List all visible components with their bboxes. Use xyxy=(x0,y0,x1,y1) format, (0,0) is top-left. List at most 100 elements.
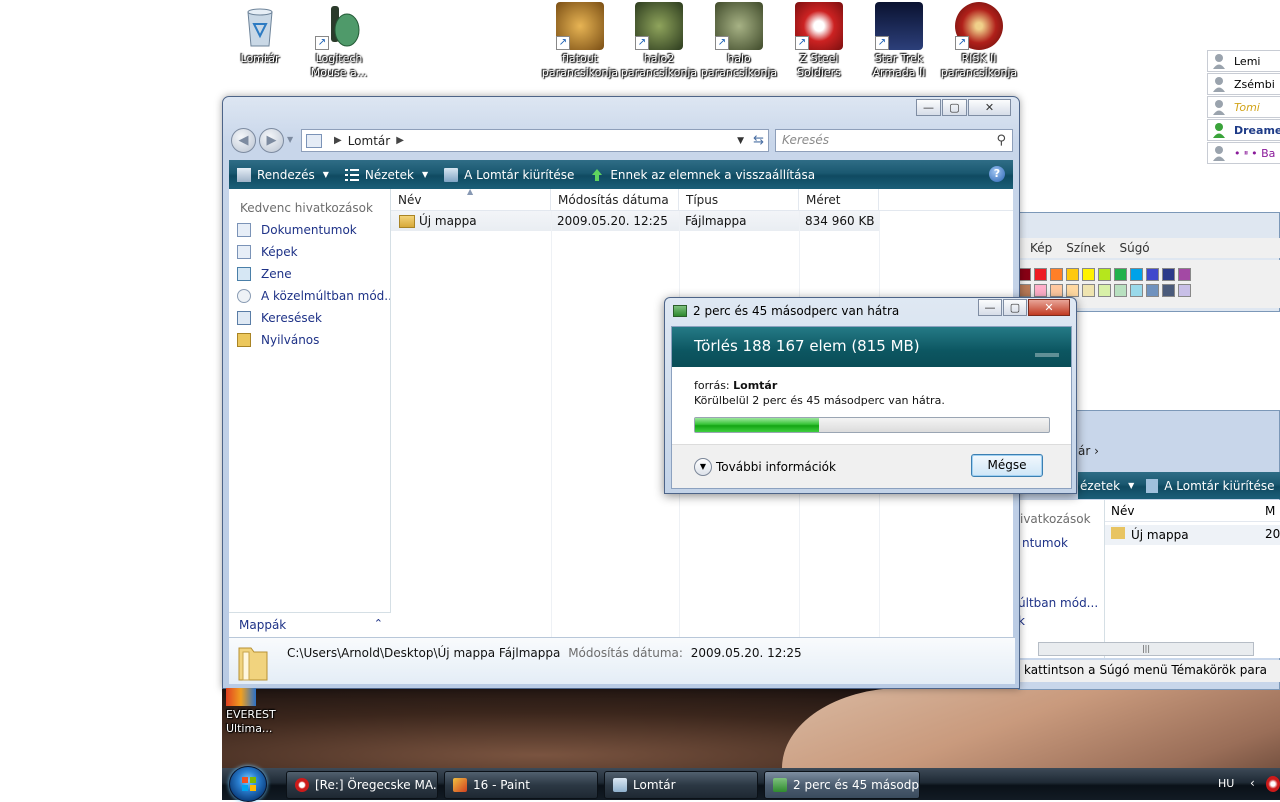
search-input[interactable]: Keresés ⚲ xyxy=(775,129,1013,152)
start-button[interactable] xyxy=(229,766,267,802)
contact-list: Lemi Zsémbi Tomi Dreamer • ײ • Ba xyxy=(1207,50,1280,165)
bg-address-fragment: ár › xyxy=(1078,444,1099,458)
paint-menu-colors[interactable]: Színek xyxy=(1066,241,1105,255)
breadcrumb-chevron-icon[interactable]: ▶ xyxy=(334,135,342,146)
more-information-toggle[interactable]: ▼ További információk xyxy=(694,458,836,476)
bg-row[interactable]: Új mappa 20 xyxy=(1105,525,1280,545)
contact-item[interactable]: Tomi xyxy=(1207,96,1280,118)
column-type[interactable]: Típus xyxy=(679,189,799,210)
opera-icon xyxy=(295,778,309,792)
search-icon[interactable]: ⚲ xyxy=(996,133,1006,148)
opera-tray-icon[interactable] xyxy=(1266,776,1280,792)
windows-logo-icon xyxy=(242,777,256,791)
close-button[interactable]: ✕ xyxy=(968,99,1011,116)
favorite-pictures[interactable]: Képek xyxy=(229,241,390,263)
maximize-button[interactable]: ▢ xyxy=(942,99,967,116)
taskbar-item-paint[interactable]: 16 - Paint xyxy=(444,771,598,799)
details-modified-value: 2009.05.20. 12:25 xyxy=(690,646,802,660)
recent-pages-chevron-icon[interactable]: ▼ xyxy=(287,135,293,144)
back-button[interactable]: ◀ xyxy=(231,128,256,153)
restore-all-button[interactable]: Ennek az elemnek a visszaállítása xyxy=(590,168,815,182)
empty-recycle-bin-button[interactable]: A Lomtár kiürítése xyxy=(444,167,574,182)
desktop-icon-star-trek[interactable]: ↗ Star Trek Armada II xyxy=(860,2,938,80)
paint-menubar: Kép Színek Súgó xyxy=(1018,238,1280,258)
minimize-button[interactable]: — xyxy=(916,99,941,116)
address-bar[interactable]: ▶ Lomtár ▶ ▼ ⇆ xyxy=(301,129,769,152)
dialog-minimize-button[interactable]: — xyxy=(978,299,1002,316)
desktop-icon-recycle-bin[interactable]: Lomtár xyxy=(221,2,299,66)
column-name[interactable]: Név ▲ xyxy=(391,187,551,210)
desktop-icon-everest[interactable]: EVEREST Ultima... xyxy=(226,688,296,736)
organize-icon xyxy=(237,167,251,182)
everest-icon xyxy=(226,688,256,706)
folders-toggle[interactable]: Mappák ⌃ xyxy=(229,612,391,637)
bg-views-button[interactable]: ézetek xyxy=(1080,479,1120,493)
favorite-public[interactable]: Nyilvános xyxy=(229,329,390,351)
desktop-icon-logitech[interactable]: ↗ Logitech Mouse a... xyxy=(300,2,378,80)
organize-button[interactable]: Rendezés ▼ xyxy=(237,167,329,182)
taskbar-item-opera[interactable]: [Re:] Öregecske MA... xyxy=(286,771,438,799)
bg-toolbar: ézetek ▼ A Lomtár kiürítése xyxy=(1078,472,1280,499)
restore-arrow-icon xyxy=(590,168,604,182)
chevron-up-icon: ⌃ xyxy=(373,617,383,630)
taskbar-item-delete-progress[interactable]: 2 perc és 45 másodp... xyxy=(764,771,920,799)
desktop-icon-halo[interactable]: ↗ halo parancsikonja xyxy=(700,2,778,80)
favorite-documents[interactable]: Dokumentumok xyxy=(229,219,390,241)
public-folder-icon xyxy=(237,333,251,347)
dialog-close-button[interactable]: ✕ xyxy=(1028,299,1070,316)
progress-bar xyxy=(694,417,1050,433)
delete-progress-dialog[interactable]: 2 perc és 45 másodperc van hátra — ▢ ✕ T… xyxy=(664,297,1077,494)
bin-icon xyxy=(1146,478,1159,493)
person-online-icon xyxy=(1212,122,1226,138)
contact-item[interactable]: Lemi xyxy=(1207,50,1280,72)
horizontal-scrollbar[interactable]: ||| xyxy=(1038,642,1254,656)
shortcut-arrow-icon: ↗ xyxy=(315,36,329,50)
recycle-bin-icon xyxy=(236,2,284,50)
favorite-music[interactable]: Zene xyxy=(229,263,390,285)
bg-list: ivatkozások ntumok últban mód... k Név M… xyxy=(1018,500,1280,658)
sort-arrow-icon: ▲ xyxy=(467,187,474,196)
person-icon xyxy=(1212,145,1226,161)
desktop-icon-flatout[interactable]: ↗ flatout parancsikonja xyxy=(541,2,619,80)
pictures-icon xyxy=(237,245,251,259)
desktop-icon-halo2[interactable]: ↗ halo2 parancsikonja xyxy=(620,2,698,80)
recycle-bin-icon xyxy=(613,778,627,792)
recent-places-icon xyxy=(237,289,251,303)
desktop-icon-risk2[interactable]: ↗ RISK II parancsikonja xyxy=(940,2,1018,80)
dialog-info: forrás: Lomtár Körülbelül 2 perc és 45 m… xyxy=(694,379,945,407)
favorite-searches[interactable]: Keresések xyxy=(229,307,390,329)
breadcrumb-chevron-icon[interactable]: ▶ xyxy=(396,135,404,146)
contact-item[interactable]: Dreamer xyxy=(1207,119,1280,141)
favorite-recent[interactable]: A közelmúltban mód... xyxy=(229,285,390,307)
column-size[interactable]: Méret xyxy=(799,189,879,210)
help-icon[interactable]: ? xyxy=(989,166,1005,182)
contact-item[interactable]: • ײ • Ba xyxy=(1207,142,1280,164)
taskbar-item-recycle-bin[interactable]: Lomtár xyxy=(604,771,758,799)
contact-item[interactable]: Zsémbi xyxy=(1207,73,1280,95)
large-folder-icon xyxy=(237,642,269,682)
paint-menu-image[interactable]: Kép xyxy=(1030,241,1052,255)
breadcrumb-item[interactable]: Lomtár xyxy=(348,134,391,148)
bg-col-name[interactable]: Név xyxy=(1111,504,1134,518)
column-modified[interactable]: Módosítás dátuma xyxy=(551,189,679,210)
halo2-icon: ↗ xyxy=(635,2,683,50)
recycle-bin-small-icon xyxy=(306,133,322,148)
address-dropdown-icon[interactable]: ▼ xyxy=(737,136,744,146)
language-indicator[interactable]: HU xyxy=(1218,777,1234,790)
details-modified-label: Módosítás dátuma: xyxy=(568,646,683,660)
flatout-icon: ↗ xyxy=(556,2,604,50)
tray-chevron-icon[interactable]: ‹ xyxy=(1250,776,1255,790)
desktop-icon-z-steel-soldiers[interactable]: ↗ Z Steel Soldiers xyxy=(780,2,858,80)
cancel-button[interactable]: Mégse xyxy=(971,454,1043,477)
table-row[interactable]: Új mappa 2009.05.20. 12:25 Fájlmappa 834… xyxy=(391,211,879,231)
views-button[interactable]: Nézetek ▼ xyxy=(344,168,428,182)
risk-icon: ↗ xyxy=(955,2,1003,50)
person-icon xyxy=(1212,76,1226,92)
bg-empty-bin-button[interactable]: A Lomtár kiürítése xyxy=(1164,479,1274,493)
forward-button[interactable]: ▶ xyxy=(259,128,284,153)
paint-menu-help[interactable]: Súgó xyxy=(1119,241,1149,255)
column-headers: Név ▲ Módosítás dátuma Típus Méret xyxy=(391,187,1013,211)
refresh-icon[interactable]: ⇆ xyxy=(753,133,764,148)
details-pane: C:\Users\Arnold\Desktop\Új mappa Fájlmap… xyxy=(229,637,1015,684)
dialog-maximize-button[interactable]: ▢ xyxy=(1003,299,1027,316)
